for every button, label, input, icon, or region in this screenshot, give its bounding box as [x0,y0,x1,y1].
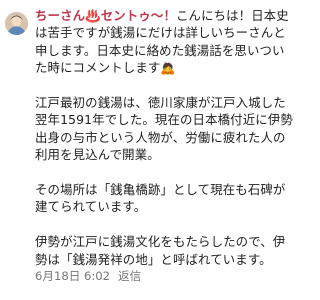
comment-paragraph: 江戸最初の銭湯は、徳川家康が江戸入城した翌年1591年でした。現在の日本橋付近に… [35,95,293,163]
comment-paragraph: 伊勢が江戸に銭湯文化をもたらしたので、伊勢は「銭湯発祥の地」と呼ばれています。 [35,234,286,267]
comment-author[interactable]: ちーさん♨️セントゥ〜！ [35,8,176,23]
user-avatar-icon [5,12,28,35]
comment-paragraph: その場所は「銭亀橋跡」として現在も石碑が建てられています。 [35,182,286,215]
comment-meta: 6月18日 6:02 返信 [35,268,141,284]
comment-first-paragraph: ちーさん♨️セントゥ〜！こんにちは！日本史は苦手ですが銭湯にだけは詳しいちーさん… [35,7,297,77]
comment-body: ちーさん♨️セントゥ〜！こんにちは！日本史は苦手ですが銭湯にだけは詳しいちーさん… [35,7,297,268]
reply-button[interactable]: 返信 [118,268,141,284]
comment-item: ちーさん♨️セントゥ〜！こんにちは！日本史は苦手ですが銭湯にだけは詳しいちーさん… [0,0,300,300]
avatar[interactable] [5,12,28,35]
comment-date: 6月18日 6:02 [35,269,111,283]
